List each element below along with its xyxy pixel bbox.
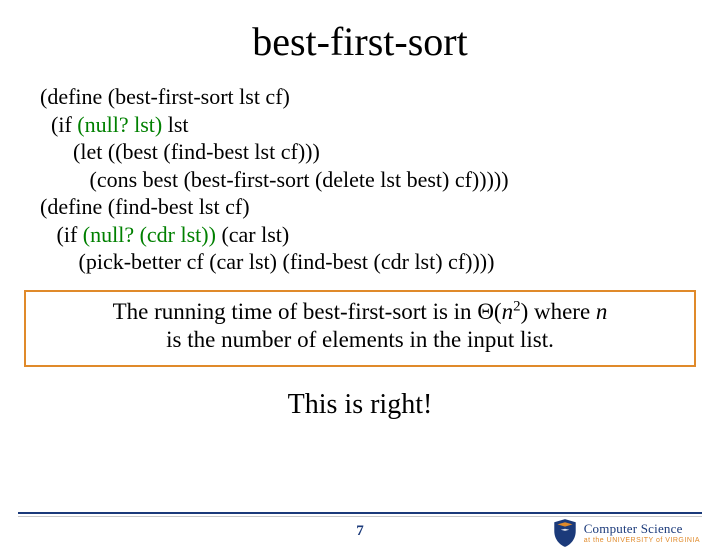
code-line-6-null: (null? (cdr lst)) [83,222,216,247]
uva-cs-logo: Computer Science at the UNIVERSITY of VI… [552,518,700,548]
logo-uva-pre: at the [584,537,607,544]
this-is-right: This is right! [0,389,720,421]
code-line-3: (let ((best (find-best lst cf))) [40,139,320,164]
code-line-6c: (car lst) [216,222,289,247]
exponent: 2 [513,298,520,314]
code-line-2a: (if [40,112,77,137]
footer-rule-top [18,512,702,514]
code-line-4: (cons best (best-first-sort (delete lst … [40,167,509,192]
shield-icon [552,518,578,548]
running-time-line2: is the number of elements in the input l… [38,326,682,355]
logo-uva-main: UNIVERSITY of VIRGINIA [607,537,700,544]
n-trailing: n [596,299,608,324]
logo-text: Computer Science at the UNIVERSITY of VI… [584,522,700,544]
footer-rule-bottom [18,516,702,517]
logo-cs-text: Computer Science [584,522,700,535]
theta-open: Θ( [477,299,501,324]
running-time-box: The running time of best-first-sort is i… [24,290,696,368]
n-var: n [502,299,514,324]
logo-uva-text: at the UNIVERSITY of VIRGINIA [584,537,700,544]
running-post: where [528,299,596,324]
slide: best-first-sort (define (best-first-sort… [0,18,720,558]
code-line-1: (define (best-first-sort lst cf) [40,84,290,109]
page-title: best-first-sort [0,18,720,65]
code-line-5: (define (find-best lst cf) [40,194,250,219]
code-line-7: (pick-better cf (car lst) (find-best (cd… [40,249,494,274]
code-line-6a: (if [40,222,83,247]
code-block: (define (best-first-sort lst cf) (if (nu… [40,83,680,276]
code-line-2-null: (null? lst) [77,112,162,137]
running-time-line1: The running time of best-first-sort is i… [38,298,682,327]
code-line-2c: lst [162,112,188,137]
running-pre: The running time of best-first-sort is i… [113,299,478,324]
